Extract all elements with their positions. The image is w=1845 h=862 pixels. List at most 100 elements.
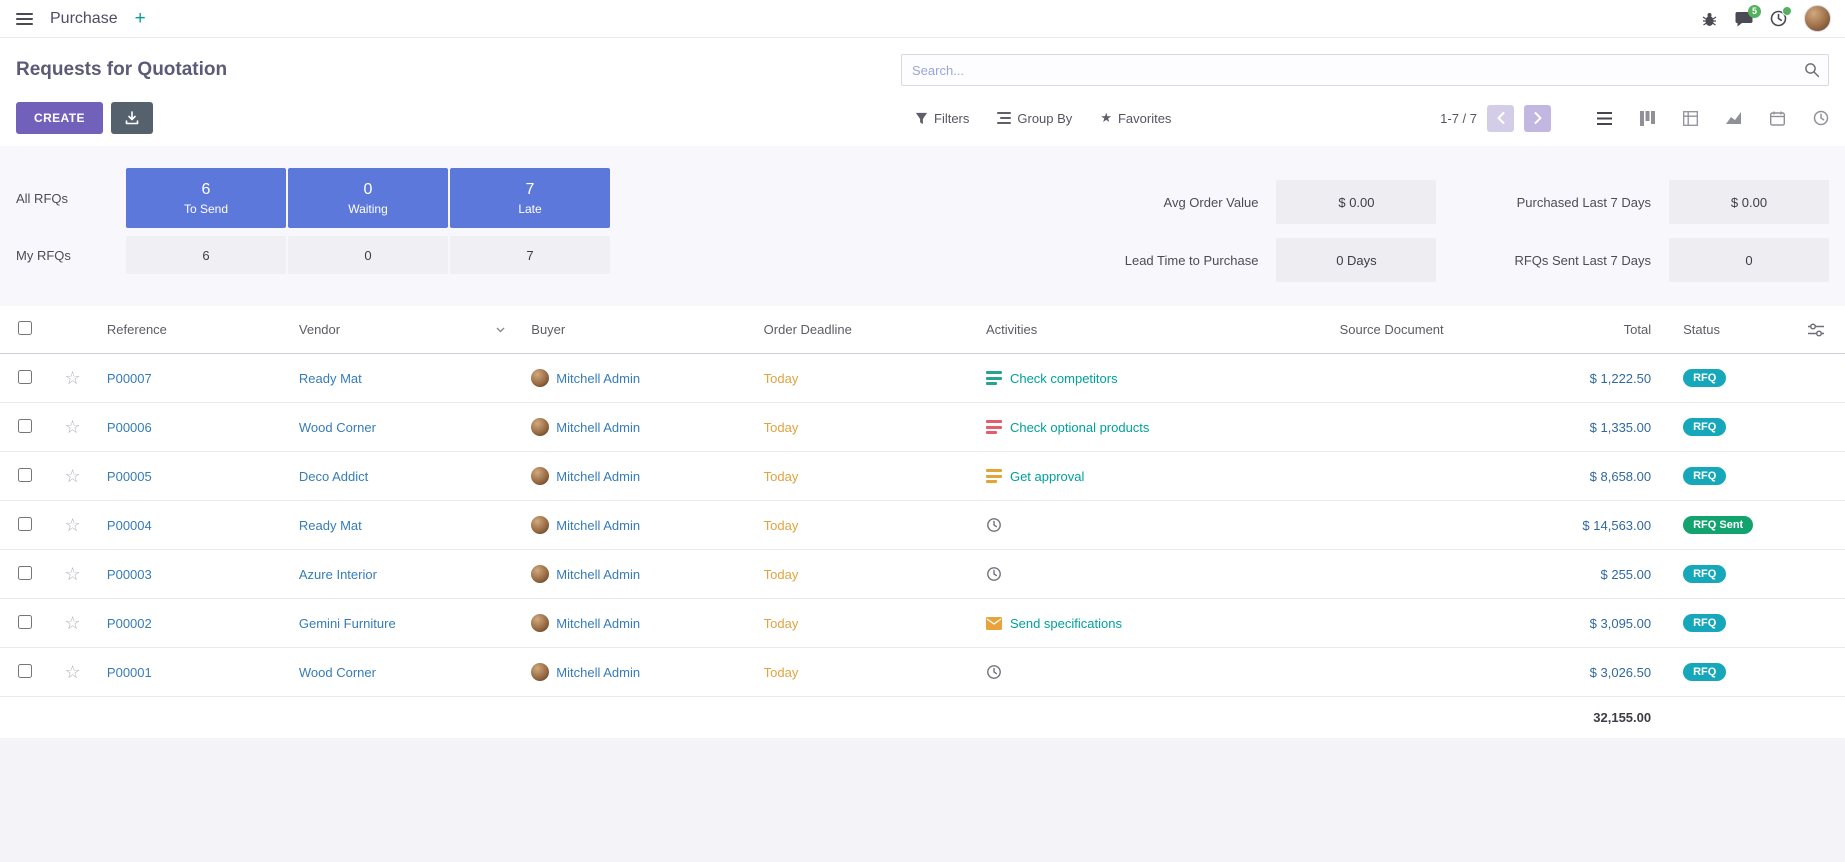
favorite-star-icon[interactable]: ☆ [64, 466, 80, 486]
column-header-total[interactable]: Total [1536, 306, 1667, 354]
total-amount: $ 255.00 [1601, 567, 1652, 582]
reference-link[interactable]: P00003 [107, 567, 152, 582]
vendor-link[interactable]: Deco Addict [299, 469, 368, 484]
activity-label[interactable]: Check competitors [1010, 371, 1118, 386]
reference-link[interactable]: P00007 [107, 371, 152, 386]
kpi-to-send[interactable]: 6 To Send [126, 168, 286, 228]
user-avatar[interactable] [1804, 5, 1831, 32]
table-row[interactable]: ☆ P00001 Wood Corner Mitchell Admin Toda… [0, 648, 1845, 697]
row-checkbox[interactable] [18, 615, 32, 629]
chevron-down-icon[interactable] [496, 327, 505, 333]
favorite-star-icon[interactable]: ☆ [64, 368, 80, 388]
activity-cell[interactable]: Check competitors [986, 371, 1308, 386]
filters-button[interactable]: Filters [915, 111, 969, 126]
pager-previous-button[interactable] [1487, 105, 1514, 132]
vendor-link[interactable]: Wood Corner [299, 665, 376, 680]
activity-clock-icon[interactable] [986, 566, 1002, 582]
vendor-link[interactable]: Gemini Furniture [299, 616, 396, 631]
view-kanban-icon[interactable] [1640, 111, 1655, 126]
favorite-star-icon[interactable]: ☆ [64, 564, 80, 584]
favorite-star-icon[interactable]: ☆ [64, 515, 80, 535]
table-row[interactable]: ☆ P00002 Gemini Furniture Mitchell Admin… [0, 599, 1845, 648]
export-button[interactable] [111, 102, 153, 134]
activity-cell[interactable] [986, 566, 1308, 582]
column-header-vendor[interactable]: Vendor [283, 306, 515, 354]
view-calendar-icon[interactable] [1770, 111, 1785, 126]
table-row[interactable]: ☆ P00003 Azure Interior Mitchell Admin T… [0, 550, 1845, 599]
view-pivot-icon[interactable] [1683, 111, 1698, 126]
row-checkbox[interactable] [18, 468, 32, 482]
row-checkbox[interactable] [18, 419, 32, 433]
plus-icon[interactable]: + [135, 9, 146, 28]
bug-icon[interactable] [1701, 11, 1718, 27]
buyer-name[interactable]: Mitchell Admin [556, 371, 640, 386]
buyer-name[interactable]: Mitchell Admin [556, 567, 640, 582]
buyer-name[interactable]: Mitchell Admin [556, 616, 640, 631]
view-activity-icon[interactable] [1813, 110, 1829, 126]
column-header-reference[interactable]: Reference [91, 306, 283, 354]
table-row[interactable]: ☆ P00005 Deco Addict Mitchell Admin Toda… [0, 452, 1845, 501]
column-header-activities[interactable]: Activities [970, 306, 1324, 354]
buyer-name[interactable]: Mitchell Admin [556, 518, 640, 533]
status-badge: RFQ [1683, 614, 1726, 632]
activity-cell[interactable] [986, 664, 1308, 680]
column-header-buyer[interactable]: Buyer [515, 306, 747, 354]
vendor-link[interactable]: Ready Mat [299, 518, 362, 533]
row-checkbox[interactable] [18, 370, 32, 384]
kpi-late[interactable]: 7 Late [450, 168, 610, 228]
vendor-link[interactable]: Wood Corner [299, 420, 376, 435]
column-header-deadline[interactable]: Order Deadline [748, 306, 970, 354]
rfq-counters: All RFQs 6 To Send 0 Waiting 7 Late My R… [16, 168, 610, 274]
activity-label[interactable]: Check optional products [1010, 420, 1149, 435]
create-button[interactable]: CREATE [16, 102, 103, 134]
my-waiting-count[interactable]: 0 [288, 236, 448, 274]
table-row[interactable]: ☆ P00007 Ready Mat Mitchell Admin Today … [0, 354, 1845, 403]
favorite-star-icon[interactable]: ☆ [64, 662, 80, 682]
reference-link[interactable]: P00006 [107, 420, 152, 435]
search-icon[interactable] [1804, 62, 1820, 78]
favorite-star-icon[interactable]: ☆ [64, 417, 80, 437]
activity-cell[interactable]: Send specifications [986, 616, 1308, 631]
activity-clock-icon[interactable] [986, 517, 1002, 533]
activity-cell[interactable]: Check optional products [986, 420, 1308, 435]
reference-link[interactable]: P00005 [107, 469, 152, 484]
buyer-name[interactable]: Mitchell Admin [556, 665, 640, 680]
view-list-icon[interactable] [1597, 112, 1612, 125]
apps-menu-icon[interactable] [14, 9, 35, 29]
row-checkbox[interactable] [18, 566, 32, 580]
reference-link[interactable]: P00004 [107, 518, 152, 533]
select-all-checkbox[interactable] [18, 321, 32, 335]
pager-next-button[interactable] [1524, 105, 1551, 132]
table-row[interactable]: ☆ P00006 Wood Corner Mitchell Admin Toda… [0, 403, 1845, 452]
buyer-name[interactable]: Mitchell Admin [556, 420, 640, 435]
group-by-button[interactable]: Group By [997, 111, 1072, 126]
favorite-star-icon[interactable]: ☆ [64, 613, 80, 633]
buyer-avatar [531, 565, 549, 583]
buyer-name[interactable]: Mitchell Admin [556, 469, 640, 484]
column-header-source[interactable]: Source Document [1324, 306, 1536, 354]
action-buttons: CREATE [16, 102, 901, 134]
optional-columns-icon[interactable] [1792, 306, 1845, 354]
reference-link[interactable]: P00001 [107, 665, 152, 680]
messages-icon[interactable]: 5 [1735, 11, 1753, 27]
app-name[interactable]: Purchase [50, 10, 118, 28]
vendor-link[interactable]: Ready Mat [299, 371, 362, 386]
favorites-button[interactable]: ★ Favorites [1100, 110, 1171, 126]
column-header-status[interactable]: Status [1667, 306, 1792, 354]
my-to-send-count[interactable]: 6 [126, 236, 286, 274]
activity-clock-icon[interactable] [986, 664, 1002, 680]
kpi-waiting[interactable]: 0 Waiting [288, 168, 448, 228]
activity-label[interactable]: Get approval [1010, 469, 1084, 484]
vendor-link[interactable]: Azure Interior [299, 567, 377, 582]
activity-cell[interactable]: Get approval [986, 469, 1308, 484]
my-late-count[interactable]: 7 [450, 236, 610, 274]
row-checkbox[interactable] [18, 664, 32, 678]
activities-icon[interactable] [1770, 10, 1787, 27]
reference-link[interactable]: P00002 [107, 616, 152, 631]
search-input[interactable] [901, 54, 1829, 86]
table-row[interactable]: ☆ P00004 Ready Mat Mitchell Admin Today … [0, 501, 1845, 550]
row-checkbox[interactable] [18, 517, 32, 531]
view-graph-icon[interactable] [1726, 111, 1742, 125]
activity-cell[interactable] [986, 517, 1308, 533]
activity-label[interactable]: Send specifications [1010, 616, 1122, 631]
